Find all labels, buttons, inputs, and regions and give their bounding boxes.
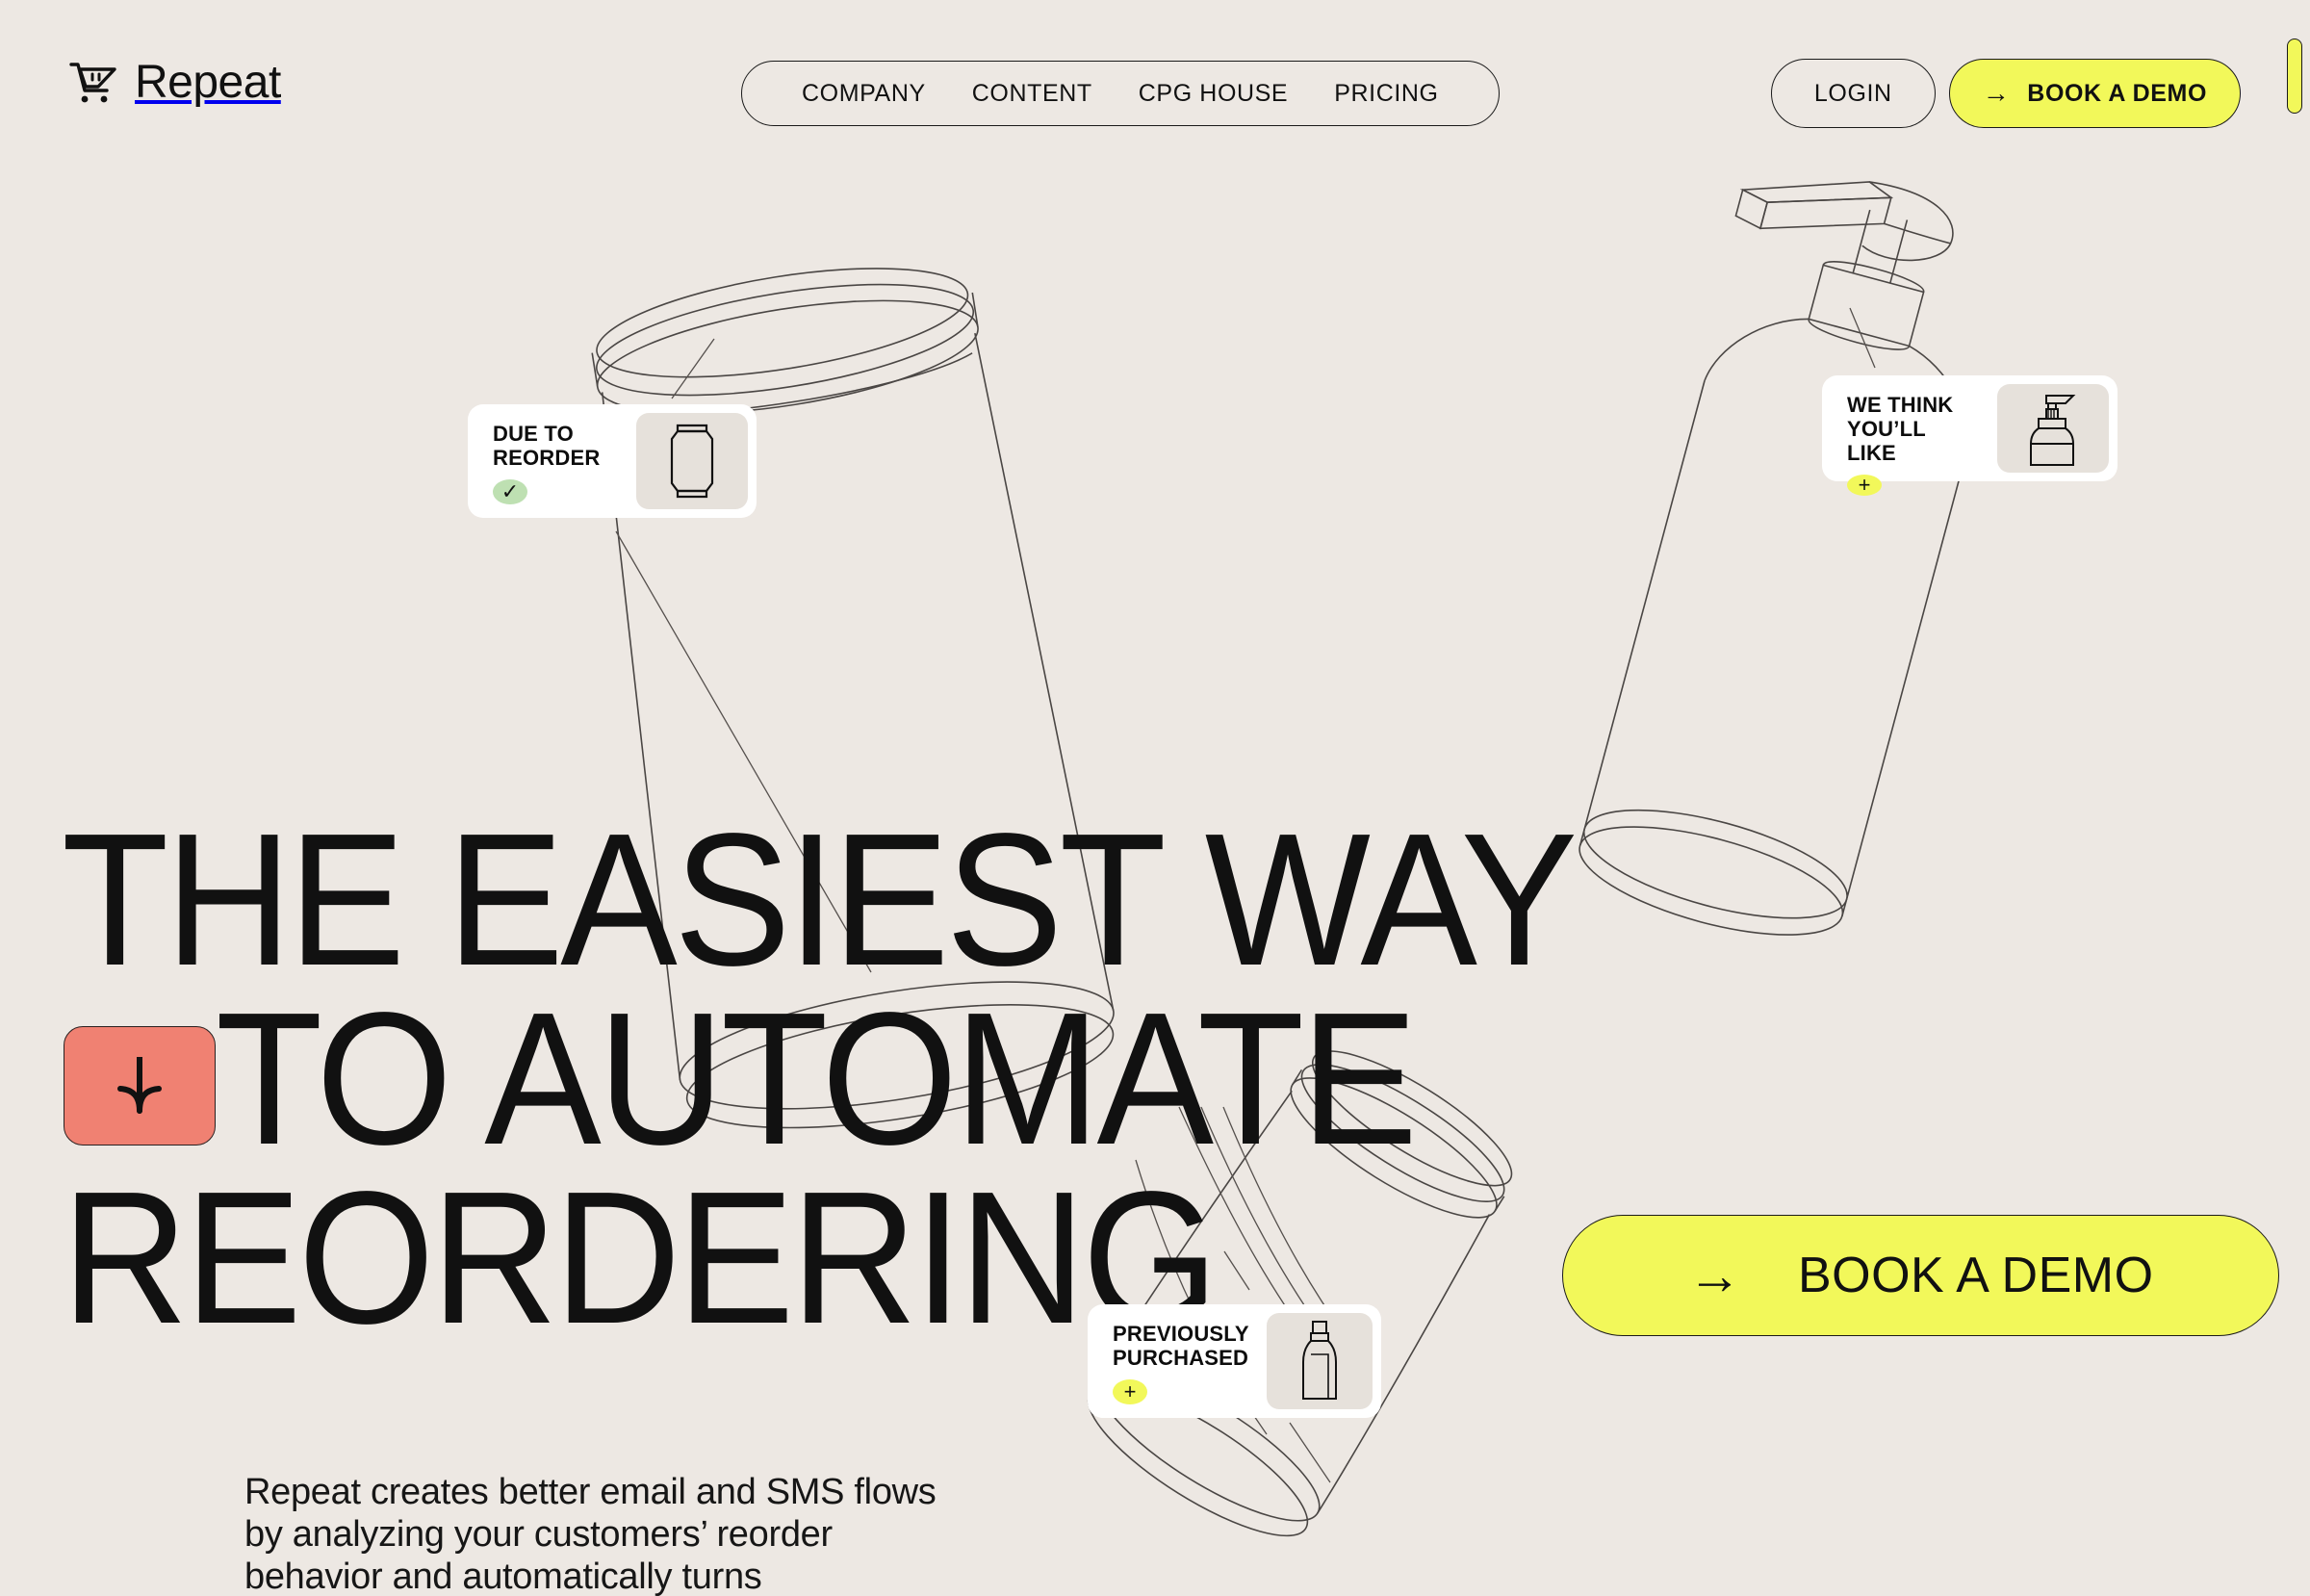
scroll-down-button[interactable] <box>64 1026 216 1146</box>
site-header: Repeat COMPANY CONTENT CPG HOUSE PRICING… <box>0 0 2310 154</box>
plus-badge-icon: + <box>1113 1379 1147 1404</box>
check-badge-icon: ✓ <box>493 479 527 504</box>
brand-logo[interactable]: Repeat <box>69 60 281 106</box>
login-button[interactable]: LOGIN <box>1770 59 1936 128</box>
book-a-demo-label-header: BOOK A DEMO <box>2027 79 2207 107</box>
product-card-body: DUE TO REORDER ✓ <box>468 404 636 518</box>
headline-line-2: TO AUTOMATE <box>215 973 1418 1184</box>
product-card-body: WE THINK YOU’LL LIKE + <box>1822 375 1997 496</box>
plus-icon: + <box>1123 1379 1137 1403</box>
nav-item-cpg-house[interactable]: CPG HOUSE <box>1116 81 1311 106</box>
brand-name: Repeat <box>135 57 281 108</box>
page-scrollbar-thumb[interactable] <box>2287 39 2302 114</box>
product-card-body: PREVIOUSLY PURCHASED + <box>1088 1304 1267 1418</box>
product-card-due-to-reorder[interactable]: DUE TO REORDER ✓ <box>468 404 757 518</box>
arrow-right-icon-hero: → <box>1687 1245 1742 1305</box>
nav-item-company[interactable]: COMPANY <box>779 81 949 106</box>
book-a-demo-label-hero: BOOK A DEMO <box>1797 1248 2154 1303</box>
product-card-previously-purchased[interactable]: PREVIOUSLY PURCHASED + <box>1088 1304 1381 1418</box>
book-a-demo-button-hero[interactable]: → BOOK A DEMO <box>1562 1215 2279 1336</box>
plus-badge-icon: + <box>1847 475 1882 496</box>
hero-subtext: Repeat creates better email and SMS flow… <box>244 1472 937 1596</box>
nav-item-pricing[interactable]: PRICING <box>1311 81 1461 106</box>
nav-item-content[interactable]: CONTENT <box>949 81 1116 106</box>
shopping-cart-icon <box>69 62 119 104</box>
soda-can-icon <box>636 413 748 509</box>
plus-icon: + <box>1858 473 1871 497</box>
pump-bottle-icon <box>1997 384 2109 473</box>
header-actions: LOGIN → BOOK A DEMO <box>1770 59 2241 128</box>
arrow-right-icon: → <box>1982 78 2011 108</box>
product-card-title: PREVIOUSLY PURCHASED <box>1113 1322 1249 1370</box>
headline-line-1: THE EASIEST WAY <box>62 794 1578 1005</box>
product-card-we-think-youll-like[interactable]: WE THINK YOU’LL LIKE + <box>1822 375 2118 496</box>
product-card-title: DUE TO REORDER <box>493 422 601 470</box>
product-card-title: WE THINK YOU’LL LIKE <box>1847 393 1954 465</box>
primary-nav: COMPANY CONTENT CPG HOUSE PRICING <box>741 61 1500 126</box>
spray-bottle-icon <box>1266 1313 1373 1409</box>
book-a-demo-button-header[interactable]: → BOOK A DEMO <box>1948 59 2241 128</box>
down-arrow-icon <box>113 1049 167 1123</box>
page-scrollbar-track[interactable] <box>2281 0 2310 1596</box>
check-icon: ✓ <box>500 479 520 503</box>
